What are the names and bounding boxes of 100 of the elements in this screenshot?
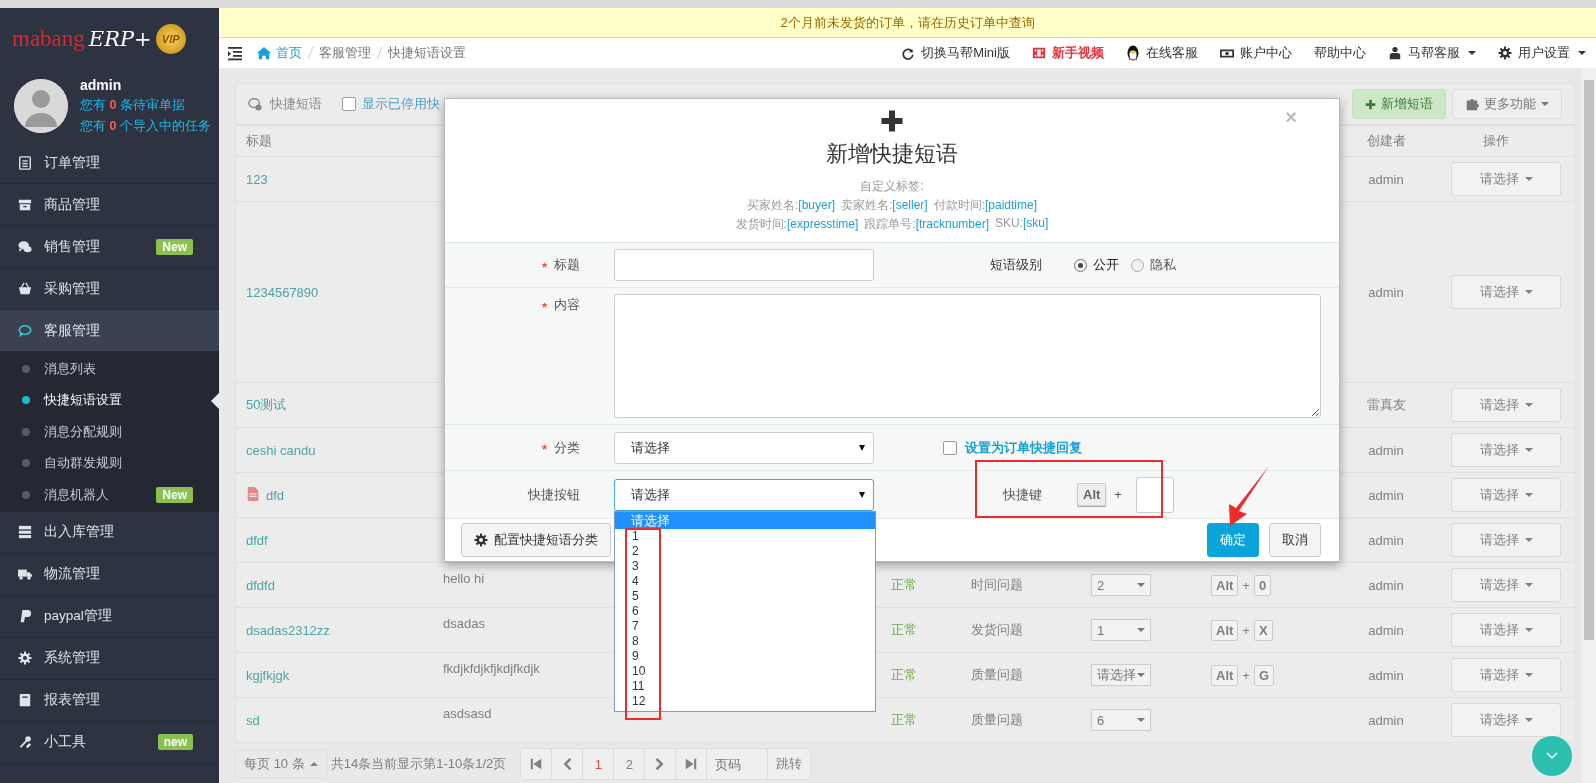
scroll-down-button[interactable] xyxy=(1532,736,1572,776)
user-notice: 您有 0 个导入中的任务 xyxy=(80,118,211,135)
creator-text: admin xyxy=(1368,622,1404,638)
tag-label: 发货时间: xyxy=(735,217,787,231)
tag-token: [tracknumber] xyxy=(915,217,989,231)
header-link[interactable]: 用户设置 xyxy=(1498,44,1586,62)
plus-sign: + xyxy=(1114,487,1122,502)
creator-text: 雷真友 xyxy=(1366,396,1406,414)
menu-item[interactable]: 物流管理 xyxy=(0,553,219,596)
title-input[interactable] xyxy=(614,249,874,281)
action-dropdown-button[interactable]: 请选择 xyxy=(1451,568,1561,602)
tag-label: 卖家姓名: xyxy=(841,198,893,212)
submenu-item[interactable]: 自动群发规则 xyxy=(0,447,219,479)
tags-heading: 自定义标签: xyxy=(860,178,924,195)
category-select[interactable]: 请选择 xyxy=(614,431,874,464)
breadcrumb-link[interactable]: 客服管理 xyxy=(319,44,371,62)
menu-item[interactable]: 销售管理 New xyxy=(0,226,219,268)
action-dropdown-button[interactable]: 请选择 xyxy=(1451,162,1561,196)
dropdown-option[interactable]: 3 xyxy=(615,558,875,574)
action-dropdown-button[interactable]: 请选择 xyxy=(1451,523,1561,557)
submenu-item[interactable]: 快捷短语设置 xyxy=(0,384,219,416)
notice-bar: 2个月前未发货的订单，请在历史订单中查询 xyxy=(219,8,1596,38)
action-dropdown-button[interactable]: 请选择 xyxy=(1451,613,1561,647)
header-link[interactable]: 账户中心 xyxy=(1220,44,1292,62)
dropdown-option[interactable]: 11 xyxy=(615,678,875,694)
cancel-button[interactable]: 取消 xyxy=(1269,523,1321,557)
dropdown-option[interactable]: 4 xyxy=(615,573,875,589)
category-text: 时间问题 xyxy=(970,576,1024,594)
caret-icon xyxy=(309,762,318,766)
action-dropdown-button[interactable]: 请选择 xyxy=(1451,478,1561,512)
menu-item[interactable]: 系统管理 xyxy=(0,637,219,680)
tools-icon xyxy=(18,735,32,749)
dropdown-option[interactable]: 12 xyxy=(615,693,875,709)
caret-icon xyxy=(1524,290,1533,294)
menu-item[interactable]: paypal管理 xyxy=(0,595,219,638)
dropdown-option[interactable]: 10 xyxy=(615,663,875,679)
header-link[interactable]: 马帮客服 xyxy=(1388,44,1476,62)
action-dropdown-button[interactable]: 请选择 xyxy=(1451,703,1561,737)
configure-categories-button[interactable]: 配置快捷短语分类 xyxy=(461,523,611,557)
field-label: 内容 xyxy=(554,296,580,314)
header-link[interactable]: 在线客服 xyxy=(1126,44,1198,62)
radio-option[interactable]: 隐私 xyxy=(1131,256,1176,274)
dropdown-option[interactable]: 9 xyxy=(615,648,875,664)
dropdown-option[interactable]: 2 xyxy=(615,543,875,559)
shortcut-button-select[interactable]: 请选择 xyxy=(1091,664,1151,686)
pagination-summary: 共14条当前显示第1-10条1/2页 xyxy=(330,755,507,773)
last-page-button[interactable] xyxy=(676,749,708,779)
shortcut-button-select[interactable]: 6 xyxy=(1091,709,1151,731)
dropdown-option[interactable]: 5 xyxy=(615,588,875,604)
shortcut-button-select[interactable]: 2 xyxy=(1091,574,1151,596)
required-asterisk-icon xyxy=(540,300,549,310)
plus-sign: + xyxy=(1242,577,1250,593)
dropdown-option[interactable]: 6 xyxy=(615,603,875,619)
category-text: 质量问题 xyxy=(970,711,1024,729)
header-link[interactable]: 切换马帮Mini版 xyxy=(901,44,1010,62)
dropdown-option[interactable]: 8 xyxy=(615,633,875,649)
product-logo-text: ERP+ xyxy=(88,27,152,51)
list-icon xyxy=(18,525,32,539)
tag-token: [seller] xyxy=(892,198,928,212)
action-dropdown-button[interactable]: 请选择 xyxy=(1451,433,1561,467)
page-button[interactable]: 2 xyxy=(614,749,646,779)
action-dropdown-button[interactable]: 请选择 xyxy=(1451,658,1561,692)
plus-sign: + xyxy=(1242,667,1250,683)
scrollbar[interactable] xyxy=(1582,68,1596,783)
shortcut-button-select[interactable]: 1 xyxy=(1091,619,1151,641)
previous-page-button[interactable] xyxy=(552,749,584,779)
creator-text: admin xyxy=(1368,442,1404,458)
submenu-item[interactable]: 消息列表 xyxy=(0,353,219,385)
page-number-input[interactable]: 页码 xyxy=(707,749,769,779)
action-dropdown-button[interactable]: 请选择 xyxy=(1451,388,1561,422)
more-functions-button[interactable]: 更多功能 xyxy=(1452,89,1562,119)
menu-item[interactable]: 出入库管理 xyxy=(0,511,219,554)
page-button[interactable]: 1 xyxy=(583,749,615,779)
next-page-button[interactable] xyxy=(645,749,677,779)
add-phrase-button[interactable]: 新增短语 xyxy=(1352,89,1446,119)
menu-item[interactable]: 小工具 new xyxy=(0,721,219,764)
go-button[interactable]: 跳转 xyxy=(768,749,811,779)
breadcrumb-link[interactable]: 快捷短语设置 xyxy=(388,44,466,62)
creator-text: admin xyxy=(1368,487,1404,503)
phrase-content: hello hi xyxy=(442,570,485,586)
menu-item[interactable]: 订单管理 xyxy=(0,142,219,184)
dropdown-option[interactable]: 7 xyxy=(615,618,875,634)
action-dropdown-button[interactable]: 请选择 xyxy=(1451,275,1561,309)
caret-icon xyxy=(1524,538,1533,542)
radio-option[interactable]: 公开 xyxy=(1074,256,1119,274)
creator-text: admin xyxy=(1368,284,1404,300)
menu-item[interactable]: 商品管理 xyxy=(0,184,219,226)
hotkey-input[interactable] xyxy=(1135,476,1174,513)
header-link[interactable]: 新手视频 xyxy=(1032,44,1104,62)
menu-item[interactable]: 报表管理 xyxy=(0,679,219,722)
key-cap: Alt xyxy=(1077,483,1107,506)
key-cap: Alt xyxy=(1211,574,1239,596)
plus-icon xyxy=(880,109,904,133)
first-page-button[interactable] xyxy=(521,749,553,779)
submenu-item[interactable]: 消息机器人 New xyxy=(0,479,219,511)
submenu-item[interactable]: 消息分配规则 xyxy=(0,416,219,448)
creator-text: admin xyxy=(1368,667,1404,683)
dropdown-option[interactable]: 1 xyxy=(615,528,875,544)
header-link[interactable]: 帮助中心 xyxy=(1314,44,1366,62)
menu-item[interactable]: 客服管理 xyxy=(0,310,219,352)
